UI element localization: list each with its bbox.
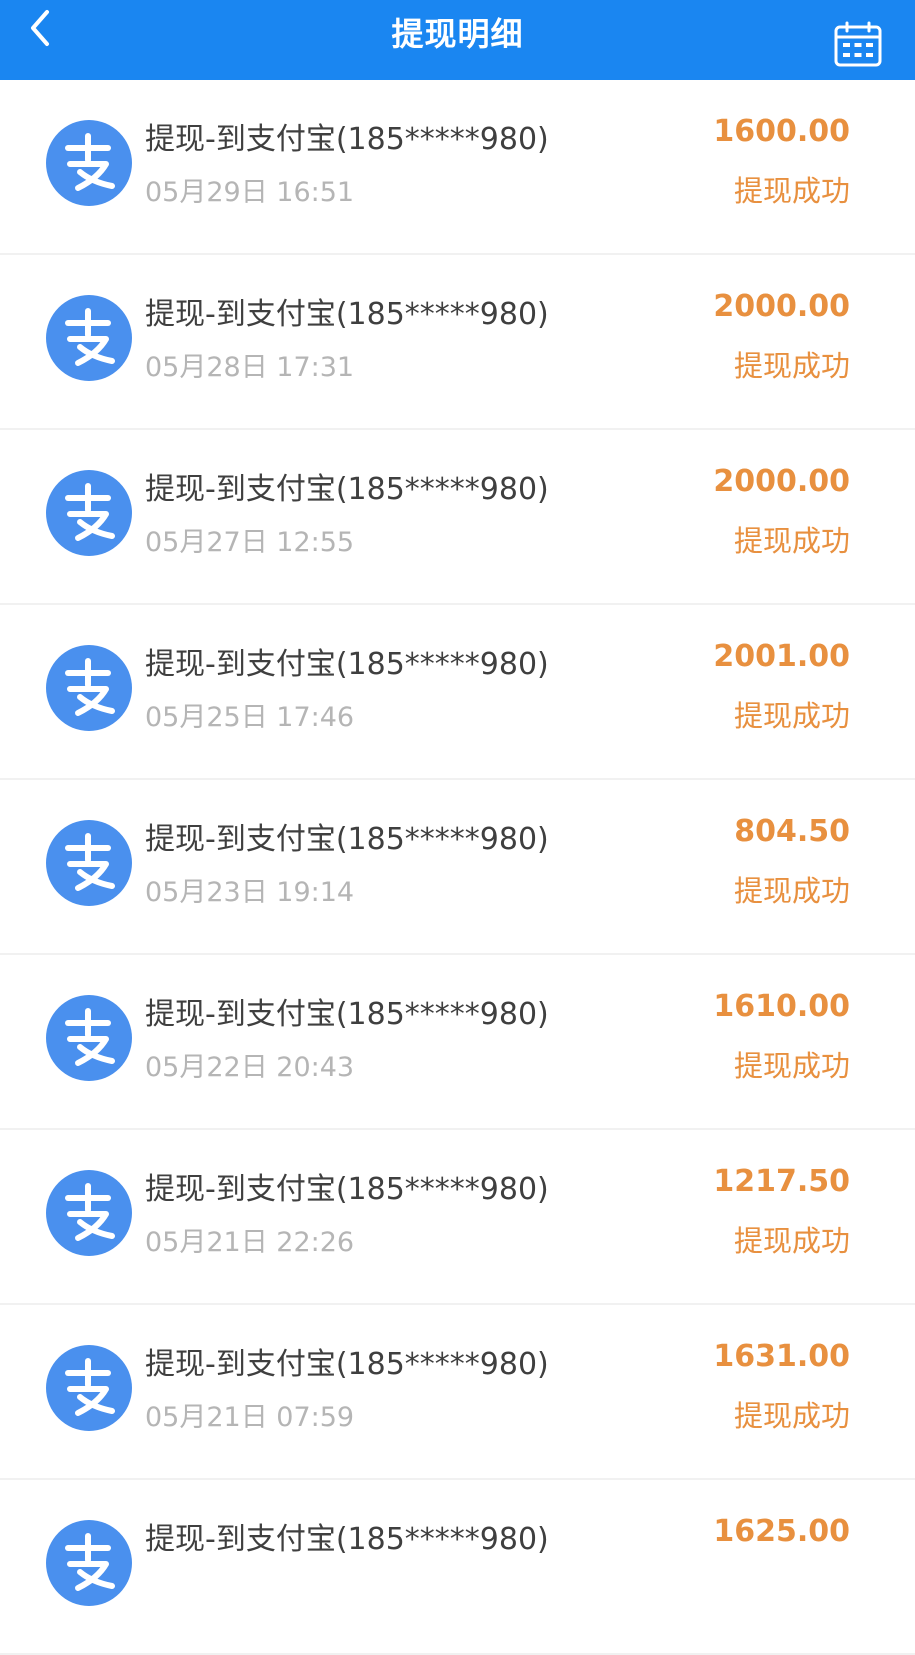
alipay-logo-icon bbox=[46, 1520, 132, 1606]
transaction-time: 05月21日 07:59 bbox=[145, 1402, 355, 1433]
list-item[interactable]: 提现-到支付宝(185*****980) 05月28日 17:31 2000.0… bbox=[0, 255, 915, 430]
alipay-logo-icon bbox=[46, 1170, 132, 1256]
alipay-logo-icon bbox=[46, 645, 132, 731]
status-badge: 提现成功 bbox=[733, 874, 850, 908]
transaction-time: 05月28日 17:31 bbox=[145, 352, 355, 383]
status-badge: 提现成功 bbox=[733, 1224, 850, 1258]
transaction-description: 提现-到支付宝(185*****980) bbox=[145, 822, 549, 857]
status-badge: 提现成功 bbox=[733, 174, 850, 208]
transaction-amount: 1610.00 bbox=[713, 989, 850, 1024]
withdrawal-list: 提现-到支付宝(185*****980) 05月29日 16:51 1600.0… bbox=[0, 80, 915, 1655]
transaction-amount: 1600.00 bbox=[713, 114, 850, 149]
alipay-logo-icon bbox=[46, 1345, 132, 1431]
alipay-logo-icon bbox=[46, 470, 132, 556]
transaction-description: 提现-到支付宝(185*****980) bbox=[145, 1347, 549, 1382]
transaction-amount: 2000.00 bbox=[713, 464, 850, 499]
status-badge: 提现成功 bbox=[733, 1049, 850, 1083]
transaction-amount: 1631.00 bbox=[713, 1339, 850, 1374]
calendar-icon bbox=[834, 21, 882, 67]
transaction-description: 提现-到支付宝(185*****980) bbox=[145, 297, 549, 332]
status-badge: 提现成功 bbox=[733, 1399, 850, 1433]
calendar-button[interactable] bbox=[831, 18, 885, 72]
transaction-amount: 2001.00 bbox=[713, 639, 850, 674]
status-badge: 提现成功 bbox=[733, 524, 850, 558]
transaction-amount: 804.50 bbox=[734, 814, 850, 849]
transaction-description: 提现-到支付宝(185*****980) bbox=[145, 472, 549, 507]
alipay-logo-icon bbox=[46, 120, 132, 206]
list-item[interactable]: 提现-到支付宝(185*****980) 05月21日 07:59 1631.0… bbox=[0, 1305, 915, 1480]
alipay-logo-icon bbox=[46, 820, 132, 906]
list-item[interactable]: 提现-到支付宝(185*****980) 1625.00 bbox=[0, 1480, 915, 1655]
alipay-logo-icon bbox=[46, 995, 132, 1081]
transaction-time: 05月27日 12:55 bbox=[145, 527, 355, 558]
list-item[interactable]: 提现-到支付宝(185*****980) 05月29日 16:51 1600.0… bbox=[0, 80, 915, 255]
transaction-description: 提现-到支付宝(185*****980) bbox=[145, 997, 549, 1032]
transaction-description: 提现-到支付宝(185*****980) bbox=[145, 1522, 549, 1557]
transaction-description: 提现-到支付宝(185*****980) bbox=[145, 647, 549, 682]
transaction-time: 05月21日 22:26 bbox=[145, 1227, 355, 1258]
app-header: 提现明细 bbox=[0, 0, 915, 80]
list-item[interactable]: 提现-到支付宝(185*****980) 05月27日 12:55 2000.0… bbox=[0, 430, 915, 605]
transaction-description: 提现-到支付宝(185*****980) bbox=[145, 1172, 549, 1207]
transaction-time: 05月22日 20:43 bbox=[145, 1052, 355, 1083]
transaction-time: 05月25日 17:46 bbox=[145, 702, 355, 733]
transaction-amount: 1217.50 bbox=[713, 1164, 850, 1199]
transaction-time: 05月29日 16:51 bbox=[145, 177, 355, 208]
list-item[interactable]: 提现-到支付宝(185*****980) 05月22日 20:43 1610.0… bbox=[0, 955, 915, 1130]
transaction-amount: 1625.00 bbox=[713, 1514, 850, 1549]
page-title: 提现明细 bbox=[391, 15, 524, 53]
list-item[interactable]: 提现-到支付宝(185*****980) 05月23日 19:14 804.50… bbox=[0, 780, 915, 955]
alipay-logo-icon bbox=[46, 295, 132, 381]
transaction-time: 05月23日 19:14 bbox=[145, 877, 355, 908]
list-item[interactable]: 提现-到支付宝(185*****980) 05月25日 17:46 2001.0… bbox=[0, 605, 915, 780]
status-badge: 提现成功 bbox=[733, 349, 850, 383]
list-item[interactable]: 提现-到支付宝(185*****980) 05月21日 22:26 1217.5… bbox=[0, 1130, 915, 1305]
transaction-description: 提现-到支付宝(185*****980) bbox=[145, 122, 549, 157]
status-badge: 提现成功 bbox=[733, 699, 850, 733]
transaction-amount: 2000.00 bbox=[713, 289, 850, 324]
